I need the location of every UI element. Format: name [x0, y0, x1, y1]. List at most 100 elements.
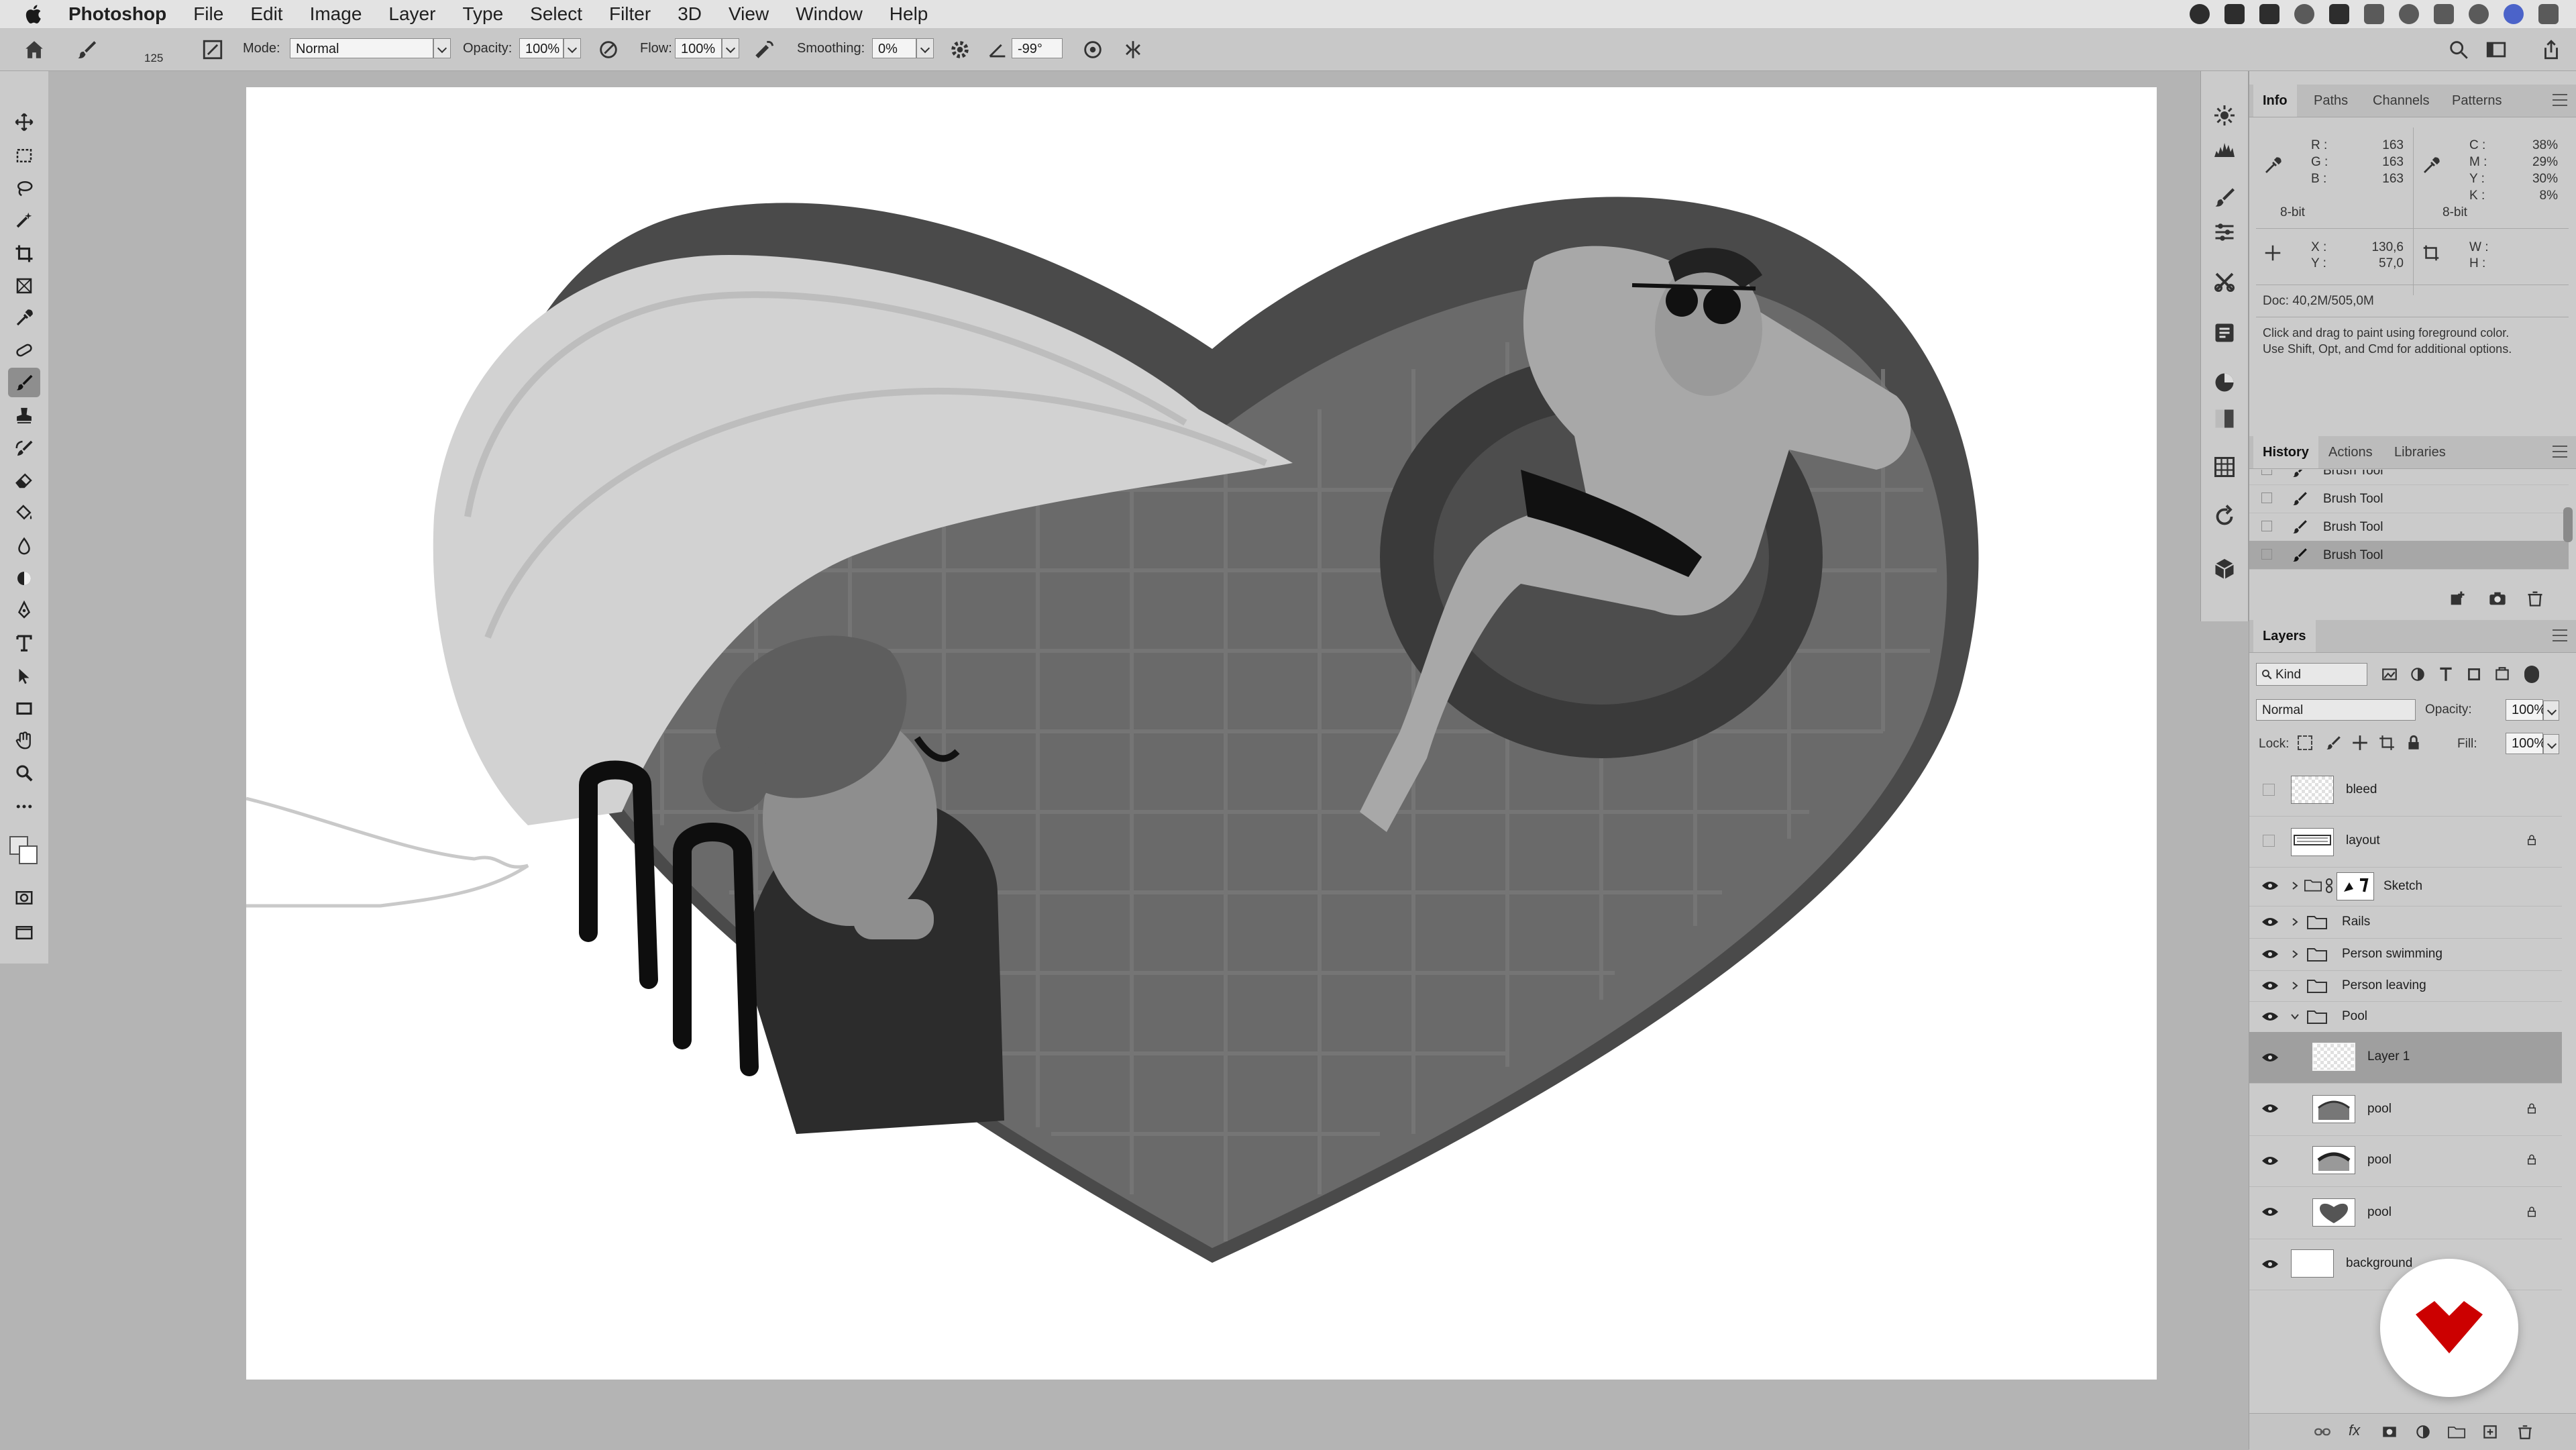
flow-dropdown-arrow[interactable]: [722, 38, 739, 58]
layer-name[interactable]: Layer 1: [2367, 1049, 2410, 1064]
more-tools[interactable]: [8, 792, 40, 821]
layer-name[interactable]: layout: [2346, 833, 2380, 848]
filter-shape-icon[interactable]: [2465, 666, 2483, 683]
smoothing-input[interactable]: 0%: [872, 38, 916, 58]
layer-row-sketch[interactable]: Sketch: [2249, 867, 2562, 907]
fx-icon[interactable]: fx: [2349, 1422, 2360, 1439]
menu-layer[interactable]: Layer: [388, 3, 435, 25]
layer-row-pool-2[interactable]: pool: [2249, 1135, 2562, 1187]
eye-icon[interactable]: [2261, 1052, 2279, 1063]
frame-tool[interactable]: [8, 271, 40, 301]
history-brush-tool[interactable]: [8, 433, 40, 463]
tab-history[interactable]: History: [2253, 436, 2318, 468]
creative-cloud-icon[interactable]: [2294, 4, 2314, 24]
workspace-icon[interactable]: [2485, 38, 2508, 61]
history-panel-menu-icon[interactable]: [2553, 446, 2567, 458]
histogram-icon[interactable]: [2212, 137, 2237, 161]
type-tool[interactable]: [8, 628, 40, 658]
filter-pixel-icon[interactable]: [2381, 666, 2398, 683]
marquee-tool[interactable]: [8, 141, 40, 170]
add-mask-icon[interactable]: [2381, 1423, 2398, 1441]
tool-presets-icon[interactable]: [2212, 270, 2237, 294]
menu-file[interactable]: File: [193, 3, 223, 25]
gradients-icon[interactable]: [2212, 407, 2237, 431]
layer-fill-input[interactable]: 100%: [2506, 733, 2546, 754]
opacity-input[interactable]: 100%: [519, 38, 564, 58]
adjustments-sun-icon[interactable]: [2212, 103, 2237, 127]
camera-snapshot-icon[interactable]: [2488, 589, 2507, 608]
stamp-tool[interactable]: [8, 401, 40, 431]
layer-name[interactable]: Person swimming: [2342, 947, 2443, 962]
document-canvas[interactable]: [246, 87, 2157, 1380]
layer-filter-kind-select[interactable]: Kind: [2256, 663, 2367, 686]
layer-opacity-dropdown-arrow[interactable]: [2543, 701, 2559, 721]
lasso-tool[interactable]: [8, 173, 40, 203]
3d-cube-icon[interactable]: [2212, 557, 2237, 581]
history-scrollbar[interactable]: [2563, 507, 2573, 542]
symmetry-icon[interactable]: [1122, 38, 1144, 61]
filter-toggle-switch[interactable]: [2524, 666, 2539, 683]
layer-name[interactable]: pool: [2367, 1205, 2392, 1220]
brush-tool[interactable]: [8, 368, 40, 397]
menu-filter[interactable]: Filter: [609, 3, 651, 25]
tab-channels[interactable]: Channels: [2363, 85, 2439, 117]
dropbox-icon[interactable]: [2259, 4, 2279, 24]
menu-app-name[interactable]: Photoshop: [68, 3, 166, 25]
layer-name[interactable]: Sketch: [2383, 879, 2422, 894]
layer-row-layout[interactable]: layout: [2249, 816, 2562, 868]
lock-all-icon[interactable]: [2405, 734, 2422, 752]
new-layer-icon[interactable]: [2481, 1423, 2499, 1441]
smudge-tool[interactable]: [8, 531, 40, 561]
search-icon[interactable]: [2447, 38, 2470, 61]
menu-image[interactable]: Image: [310, 3, 362, 25]
move-tool[interactable]: [8, 107, 40, 137]
layer-visibility-off[interactable]: [2263, 835, 2275, 847]
history-checkbox[interactable]: [2261, 493, 2272, 503]
layer-name[interactable]: pool: [2367, 1102, 2392, 1117]
chevron-down-icon[interactable]: [2291, 1013, 2299, 1021]
home-icon[interactable]: [23, 38, 46, 61]
quick-mask-button[interactable]: [8, 883, 40, 913]
blend-mode-select[interactable]: Normal: [2256, 699, 2416, 721]
crop-tool[interactable]: [8, 239, 40, 268]
chevron-right-icon[interactable]: [2291, 950, 2299, 958]
layer-row-bleed[interactable]: bleed: [2249, 764, 2562, 817]
share-icon[interactable]: [2540, 38, 2563, 61]
menu-type[interactable]: Type: [462, 3, 503, 25]
mode-select[interactable]: Normal: [290, 38, 433, 58]
layer-row-pool-1[interactable]: pool: [2249, 1083, 2562, 1136]
lock-position-icon[interactable]: [2351, 734, 2369, 752]
layer-row-pool-3[interactable]: pool: [2249, 1186, 2562, 1239]
lock-transparent-pixels-icon[interactable]: [2298, 735, 2312, 750]
eye-icon[interactable]: [2261, 980, 2279, 991]
layer-row-pool-group[interactable]: Pool: [2249, 1001, 2562, 1033]
brush-preset-icon[interactable]: [75, 38, 98, 61]
eraser-tool[interactable]: [8, 466, 40, 495]
history-item[interactable]: Brush Tool: [2249, 470, 2569, 485]
chevron-right-icon[interactable]: [2291, 982, 2299, 990]
chevron-right-icon[interactable]: [2291, 882, 2299, 890]
screen-mode-button[interactable]: [8, 918, 40, 947]
tab-patterns[interactable]: Patterns: [2443, 85, 2511, 117]
layer-name[interactable]: background: [2346, 1256, 2412, 1271]
menu-view[interactable]: View: [729, 3, 769, 25]
airplay-icon[interactable]: [2434, 4, 2454, 24]
brushes-panel-icon[interactable]: [2212, 220, 2237, 244]
healing-tool[interactable]: [8, 335, 40, 365]
history-trash-icon[interactable]: [2526, 589, 2544, 608]
history-item[interactable]: Brush Tool: [2249, 513, 2569, 541]
apple-menu-icon[interactable]: [23, 3, 46, 25]
eye-icon[interactable]: [2261, 949, 2279, 960]
layer-opacity-input[interactable]: 100%: [2506, 699, 2546, 721]
layer-row-person-swimming[interactable]: Person swimming: [2249, 938, 2562, 971]
history-checkbox[interactable]: [2261, 470, 2272, 475]
new-document-from-state-icon[interactable]: [2448, 589, 2467, 608]
tab-layers[interactable]: Layers: [2253, 620, 2316, 652]
layer-row-rails[interactable]: Rails: [2249, 906, 2562, 939]
history-checkbox[interactable]: [2261, 549, 2272, 560]
record-icon[interactable]: [2190, 4, 2210, 24]
link-layers-icon[interactable]: [2314, 1423, 2331, 1441]
layer-fill-dropdown-arrow[interactable]: [2543, 734, 2559, 754]
pressure-opacity-icon[interactable]: [597, 38, 620, 61]
color-swatches[interactable]: [9, 836, 39, 866]
